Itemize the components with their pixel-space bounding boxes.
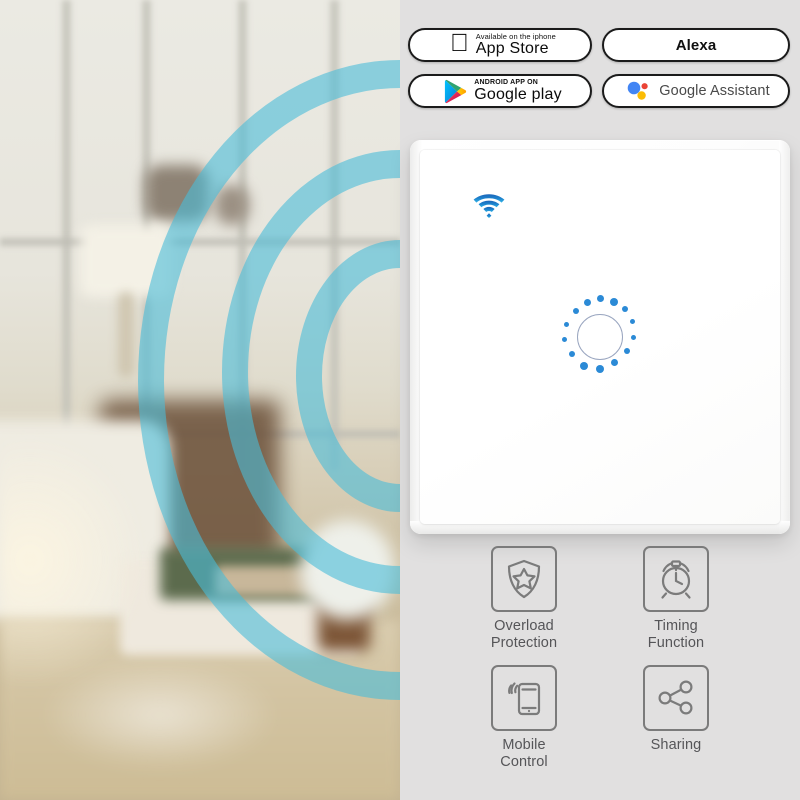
indicator-dot [630,319,635,324]
feature-label-line2: Protection [490,634,558,651]
feature-mobile-control[interactable]: Mobile Control [469,665,579,770]
shield-star-icon [504,558,544,600]
feature-label-line1: Timing [654,618,698,634]
alarm-clock-icon [655,558,697,600]
feature-label: Timing Function [648,618,704,651]
indicator-dot [610,297,618,306]
feature-overload-protection[interactable]: Overload Protection [469,546,579,651]
feature-label-line1: Sharing [650,737,702,754]
touch-ring-indicator[interactable] [558,295,642,379]
share-nodes-icon [656,678,696,718]
compatibility-badges:  Available on the iphone App Store Alex… [408,28,792,120]
apple-icon:  [450,31,469,56]
indicator-dot [611,359,618,366]
indicator-dot [624,348,630,354]
indicator-dot [580,362,588,370]
switch-bevel-right [779,140,790,534]
switch-body[interactable] [410,140,790,534]
phone-signal-icon [503,677,545,719]
indicator-dot [584,299,591,306]
indicator-dot [596,365,604,373]
feature-icon-box [491,546,557,612]
badge-app-store-text: Available on the iphone App Store [476,33,556,58]
feature-icon-box [643,546,709,612]
badge-row-2: ANDROID APP ON Google play Google Assist… [408,74,792,108]
google-play-icon [444,79,467,104]
badge-google-play[interactable]: ANDROID APP ON Google play [408,74,592,108]
wifi-icon [472,192,506,218]
feature-timing-function[interactable]: Timing Function [621,546,731,651]
badge-app-store-title: App Store [466,40,549,58]
feature-label: Sharing [651,737,702,754]
feature-row-1: Overload Protection Timing Function [408,546,792,651]
indicator-dot [596,295,604,302]
badge-row-1:  Available on the iphone App Store Alex… [408,28,792,62]
badge-google-assistant-title: Google Assistant [659,83,770,99]
badge-google-assistant[interactable]: Google Assistant [602,74,790,108]
indicator-dot [562,337,567,342]
badge-google-play-text: ANDROID APP ON Google play [474,79,562,103]
signal-wave-inner [296,240,400,512]
indicator-dot [631,335,636,340]
feature-label: Mobile Control [500,737,547,770]
living-room-photo [0,0,400,800]
badge-google-play-subtitle: ANDROID APP ON [474,79,539,86]
indicator-dot [564,322,569,327]
badge-alexa-title: Alexa [675,36,717,54]
feature-label-line2: Control [500,754,548,771]
feature-list: Overload Protection Timing Function Mobi… [408,546,792,785]
feature-icon-box [491,665,557,732]
info-panel:  Available on the iphone App Store Alex… [400,0,800,800]
indicator-dot [569,351,575,357]
feature-label-line1: Overload [494,618,554,634]
badge-google-play-title: Google play [474,86,562,103]
touch-button-outline [577,314,623,360]
feature-sharing[interactable]: Sharing [621,665,731,770]
google-assistant-icon [626,80,652,102]
badge-app-store[interactable]:  Available on the iphone App Store [408,28,592,62]
smart-switch-product [408,140,792,538]
indicator-dot [573,308,579,314]
feature-label: Overload Protection [491,618,557,651]
feature-row-2: Mobile Control Sharing [408,665,792,770]
badge-alexa[interactable]: Alexa [602,28,790,62]
feature-icon-box [643,665,709,732]
feature-label-line1: Mobile [502,737,546,754]
badge-app-store-subtitle: Available on the iphone [466,31,556,41]
wireless-signal-waves [0,0,400,800]
product-marketing-image:  Available on the iphone App Store Alex… [0,0,800,800]
feature-label-line2: Function [647,634,705,651]
indicator-dot [622,306,628,312]
